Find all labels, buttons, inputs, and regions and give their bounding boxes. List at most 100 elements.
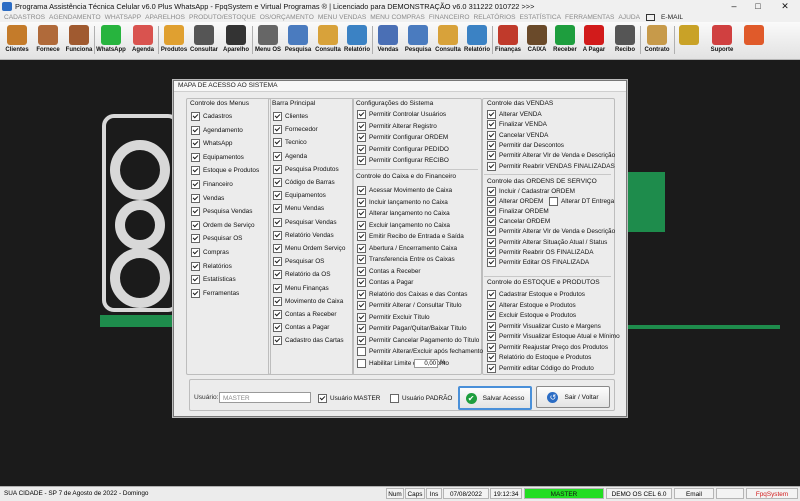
permission-checkbox[interactable]: Vendas: [191, 193, 224, 203]
permission-checkbox[interactable]: Permitir Reabrir VENDAS FINALIZADAS: [487, 161, 615, 171]
menu-item[interactable]: RELATÓRIOS: [474, 14, 516, 21]
permission-checkbox[interactable]: Fornecedor: [273, 125, 318, 135]
permission-checkbox[interactable]: Permitir Alterar Situação Atual / Status: [487, 237, 607, 247]
toolbar-button[interactable]: Recibo: [610, 23, 640, 57]
toolbar-button[interactable]: Pesquisa: [284, 23, 312, 57]
permission-checkbox[interactable]: Permitir Reabrir OS FINALIZADA: [487, 247, 593, 257]
toolbar-button[interactable]: Consulta: [434, 23, 462, 57]
permission-checkbox[interactable]: Finalizar VENDA: [487, 120, 547, 130]
menu-item[interactable]: FERRAMENTAS: [565, 14, 614, 21]
permission-checkbox[interactable]: Cadastros: [191, 112, 232, 121]
permission-checkbox[interactable]: Pesquisa Vendas: [191, 207, 252, 217]
menu-item[interactable]: MENU COMPRAS: [370, 14, 425, 21]
master-user-checkbox[interactable]: Usuário MASTER: [318, 394, 380, 403]
permission-checkbox[interactable]: WhatsApp: [191, 139, 232, 149]
permission-checkbox[interactable]: Código de Barras: [273, 178, 335, 187]
permission-checkbox[interactable]: Cadastrar Estoque e Produtos: [487, 290, 585, 299]
permission-checkbox[interactable]: Abertura / Encerramento Caixa: [357, 243, 457, 253]
toolbar-button[interactable]: Vendas: [374, 23, 402, 57]
permission-checkbox[interactable]: Agenda: [273, 151, 307, 161]
toolbar-button[interactable]: Agenda: [128, 23, 158, 57]
permission-checkbox[interactable]: Permitir Excluir Título: [357, 312, 430, 322]
menu-item[interactable]: PRODUTO/ESTOQUE: [189, 14, 256, 21]
menu-item[interactable]: AJUDA: [618, 14, 640, 21]
toolbar-button[interactable]: Relatório: [342, 23, 372, 57]
permission-checkbox[interactable]: Transferencia Entre os Caixas: [357, 255, 455, 264]
toolbar-button[interactable]: Consultar: [190, 23, 218, 57]
toolbar-button[interactable]: WhatsApp: [96, 23, 126, 57]
permission-checkbox[interactable]: Alterar ORDEM: [487, 197, 543, 207]
permission-checkbox[interactable]: Permitir Alterar / Consultar Título: [357, 301, 462, 310]
permission-checkbox[interactable]: Cadastro das Cartas: [273, 336, 344, 346]
permission-checkbox[interactable]: Permitir Controlar Usuários: [357, 110, 446, 119]
permission-checkbox[interactable]: Financeiro: [191, 180, 233, 189]
permission-checkbox[interactable]: Pesquisa Produtos: [273, 164, 339, 174]
toolbar-button[interactable]: [676, 23, 702, 57]
permission-checkbox[interactable]: Pesquisar OS: [191, 234, 242, 244]
permission-checkbox[interactable]: Contas a Receber: [273, 310, 337, 319]
permission-checkbox[interactable]: Permitir editar Código do Produto: [487, 363, 594, 373]
menu-item[interactable]: MENU VENDAS: [318, 14, 366, 21]
close-button[interactable]: ✕: [770, 1, 800, 12]
permission-checkbox[interactable]: Menu Ordem Serviço: [273, 244, 345, 253]
permission-checkbox[interactable]: Relatório da OS: [273, 270, 330, 280]
permission-checkbox[interactable]: Permitir Editar OS FINALIZADA: [487, 257, 589, 267]
permission-checkbox[interactable]: Contas a Pagar: [357, 278, 413, 287]
permission-checkbox[interactable]: Permitir Alterar Registro: [357, 121, 437, 131]
permission-checkbox[interactable]: Estoque e Produtos: [191, 166, 259, 176]
permission-checkbox[interactable]: Acessar Movimento de Caixa: [357, 186, 452, 195]
toolbar-button[interactable]: [740, 23, 768, 57]
permission-checkbox[interactable]: Tecnico: [273, 138, 307, 148]
permission-checkbox-extra[interactable]: Alterar DT Entrega: [549, 197, 614, 206]
toolbar-button[interactable]: Pesquisa: [404, 23, 432, 57]
permission-checkbox[interactable]: Permitir Alterar Vlr de Venda e Descriçã…: [487, 227, 615, 237]
permission-checkbox[interactable]: Movimento de Caixa: [273, 296, 343, 306]
permission-checkbox[interactable]: Estatísticas: [191, 275, 236, 285]
permission-checkbox[interactable]: Alterar VENDA: [487, 110, 542, 119]
permission-checkbox[interactable]: Pesquisar OS: [273, 257, 324, 267]
permission-checkbox[interactable]: Permitir Alterar Vlr de Venda e Descriçã…: [487, 151, 615, 161]
permission-checkbox[interactable]: Equipamentos: [191, 152, 244, 162]
permission-checkbox[interactable]: Relatório Vendas: [273, 230, 334, 240]
minimize-button[interactable]: –: [722, 1, 746, 12]
permission-checkbox[interactable]: Permitir Pagar/Quitar/Baixar Título: [357, 324, 467, 333]
exit-button[interactable]: ↺ Sair / Voltar: [536, 386, 610, 408]
permission-checkbox[interactable]: Cancelar VENDA: [487, 130, 548, 140]
status-email[interactable]: Email: [674, 488, 714, 499]
permission-checkbox[interactable]: Alterar Estoque e Produtos: [487, 300, 576, 310]
permission-checkbox[interactable]: Excluir lançamento no Caixa: [357, 220, 450, 230]
permission-checkbox[interactable]: Menu Vendas: [273, 204, 324, 214]
menu-item[interactable]: CADASTROS: [4, 14, 45, 21]
permission-checkbox[interactable]: Permitir Visualizar Custo e Margens: [487, 321, 601, 331]
permission-checkbox[interactable]: Incluir / Cadastrar ORDEM: [487, 187, 575, 196]
permission-checkbox[interactable]: Excluir Estoque e Produtos: [487, 311, 576, 320]
permission-checkbox[interactable]: Ferramentas: [191, 288, 239, 298]
permission-checkbox[interactable]: Relatório dos Caixas e das Contas: [357, 289, 467, 299]
menu-item[interactable]: ESTATÍSTICA: [520, 14, 562, 21]
permission-checkbox[interactable]: Permitir Configurar ORDEM: [357, 133, 448, 143]
permission-checkbox[interactable]: Emitir Recibo de Entrada e Saída: [357, 232, 464, 241]
menu-item[interactable]: FINANCEIRO: [429, 14, 470, 21]
toolbar-button[interactable]: Menu OS: [253, 23, 283, 57]
toolbar-button[interactable]: Suporte: [708, 23, 736, 57]
toolbar-button[interactable]: Receber: [552, 23, 578, 57]
toolbar-button[interactable]: Fornece: [34, 23, 62, 57]
menu-item[interactable]: AGENDAMENTO: [49, 14, 101, 21]
menu-email[interactable]: E-MAIL: [661, 14, 683, 21]
menu-item[interactable]: OS/ORÇAMENTO: [260, 14, 314, 21]
toolbar-button[interactable]: Clientes: [2, 23, 32, 57]
toolbar-button[interactable]: Finanças: [494, 23, 522, 57]
permission-checkbox[interactable]: Ordem de Serviço: [191, 220, 255, 230]
permission-checkbox[interactable]: Cancelar ORDEM: [487, 217, 550, 227]
permission-checkbox[interactable]: Finalizar ORDEM: [487, 207, 549, 217]
toolbar-button[interactable]: Aparelho: [220, 23, 252, 57]
permission-checkbox[interactable]: Clientes: [273, 112, 308, 121]
permission-checkbox[interactable]: Permitir Cancelar Pagamento do Título: [357, 335, 479, 345]
maximize-button[interactable]: □: [746, 1, 770, 12]
toolbar-button[interactable]: Contrato: [642, 23, 672, 57]
toolbar-button[interactable]: Relatório: [462, 23, 492, 57]
toolbar-button[interactable]: A Pagar: [580, 23, 608, 57]
menu-item[interactable]: APARELHOS: [145, 14, 185, 21]
permission-checkbox[interactable]: Contas a Receber: [357, 266, 421, 276]
discount-limit-input[interactable]: 0,00: [414, 359, 438, 368]
